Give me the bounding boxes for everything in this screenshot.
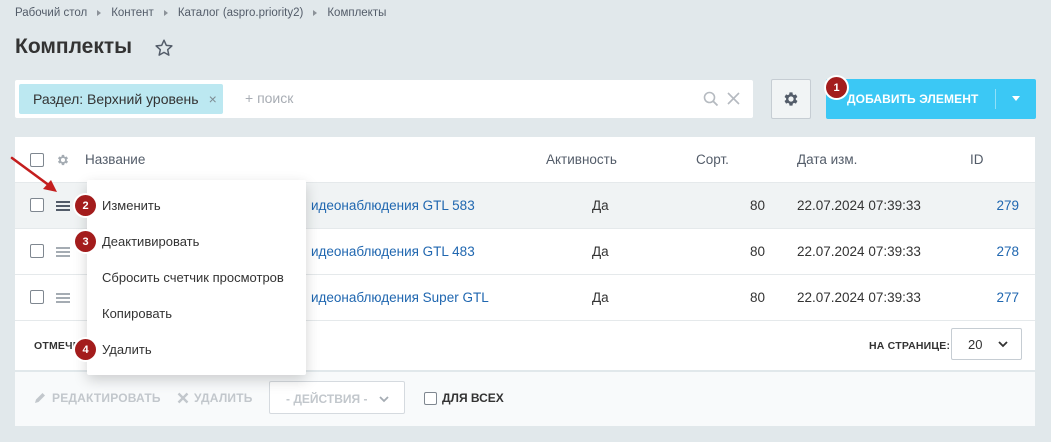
row-menu-icon[interactable] [56, 201, 70, 211]
row-checkbox[interactable] [30, 290, 44, 304]
breadcrumb: Рабочий стол Контент Каталог (aspro.prio… [15, 7, 386, 19]
row-context-menu: Изменить Деактивировать Сбросить счетчик… [87, 180, 306, 375]
filter-bar: Раздел: Верхний уровень × [15, 80, 753, 118]
menu-item-deactivate[interactable]: Деактивировать [102, 234, 199, 249]
edit-action-button[interactable]: РЕДАКТИРОВАТЬ [33, 391, 161, 405]
row-id-link[interactable]: 279 [965, 198, 1019, 213]
add-element-label: ДОБАВИТЬ ЭЛЕМЕНТ [847, 92, 979, 106]
row-active: Да [592, 244, 609, 259]
menu-item-copy[interactable]: Копировать [102, 306, 172, 321]
annotation-badge-3: 3 [75, 231, 96, 252]
breadcrumb-separator-icon [313, 10, 318, 16]
edit-action-label: РЕДАКТИРОВАТЬ [52, 391, 161, 405]
row-name-link[interactable]: идеонаблюдения Super GTL [311, 290, 489, 305]
row-date: 22.07.2024 07:39:33 [797, 290, 921, 305]
row-menu-icon[interactable] [56, 247, 70, 257]
column-header-active[interactable]: Активность [546, 152, 617, 167]
row-date: 22.07.2024 07:39:33 [797, 244, 921, 259]
close-icon [177, 392, 189, 404]
delete-action-label: УДАЛИТЬ [194, 391, 253, 405]
row-sort: 80 [749, 244, 765, 259]
per-page-select[interactable]: 20 [951, 328, 1022, 360]
pencil-icon [35, 393, 45, 403]
row-id-link[interactable]: 277 [965, 290, 1019, 305]
grid-header: Название Активность Сорт. Дата изм. ID [15, 137, 1035, 183]
search-icon[interactable] [703, 91, 719, 107]
chevron-down-icon[interactable] [1012, 96, 1020, 101]
column-header-id[interactable]: ID [970, 152, 984, 167]
column-header-sort[interactable]: Сорт. [696, 152, 729, 167]
row-active: Да [592, 198, 609, 213]
page-title: Комплекты [15, 35, 133, 58]
menu-item-delete[interactable]: Удалить [102, 342, 152, 357]
breadcrumb-item-desktop[interactable]: Рабочий стол [15, 7, 87, 19]
actions-select-value: - ДЕЙСТВИЯ - [286, 392, 368, 406]
annotation-badge-1: 1 [826, 77, 847, 98]
button-divider [995, 89, 996, 109]
annotation-arrow-icon [10, 156, 57, 192]
column-header-name[interactable]: Название [85, 152, 145, 167]
marked-count-label: ОТМЕЧЕ [34, 340, 80, 352]
breadcrumb-separator-icon [97, 10, 102, 16]
chevron-down-icon [998, 341, 1008, 348]
group-actions-bar: РЕДАКТИРОВАТЬ УДАЛИТЬ - ДЕЙСТВИЯ - ДЛЯ В… [15, 372, 1035, 426]
breadcrumb-item-kits[interactable]: Комплекты [327, 7, 386, 19]
chevron-down-icon [379, 396, 389, 403]
menu-item-reset-views[interactable]: Сбросить счетчик просмотров [102, 270, 284, 285]
star-icon[interactable] [153, 37, 175, 59]
filter-tag-label: Раздел: Верхний уровень [33, 91, 199, 107]
breadcrumb-item-catalog[interactable]: Каталог (aspro.priority2) [178, 7, 304, 19]
annotation-badge-2: 2 [75, 195, 96, 216]
breadcrumb-separator-icon [163, 10, 168, 16]
row-checkbox[interactable] [30, 198, 44, 212]
for-all-checkbox[interactable] [424, 391, 437, 405]
row-name-link[interactable]: идеонаблюдения GTL 583 [311, 198, 475, 213]
search-input[interactable] [245, 90, 645, 106]
row-menu-icon[interactable] [56, 293, 70, 303]
settings-button[interactable] [771, 79, 811, 119]
row-active: Да [592, 290, 609, 305]
add-element-button[interactable]: ДОБАВИТЬ ЭЛЕМЕНТ [826, 79, 1036, 119]
actions-select[interactable]: - ДЕЙСТВИЯ - [269, 381, 405, 414]
row-sort: 80 [749, 290, 765, 305]
for-all-toggle[interactable]: ДЛЯ ВСЕХ [424, 391, 504, 405]
row-sort: 80 [749, 198, 765, 213]
per-page-label: НА СТРАНИЦЕ: [869, 340, 951, 352]
clear-icon[interactable] [727, 92, 740, 105]
row-id-link[interactable]: 278 [965, 244, 1019, 259]
row-date: 22.07.2024 07:39:33 [797, 198, 921, 213]
filter-tag-remove-icon[interactable]: × [209, 91, 217, 107]
for-all-label: ДЛЯ ВСЕХ [442, 391, 504, 405]
filter-tag[interactable]: Раздел: Верхний уровень × [19, 84, 223, 114]
annotation-badge-4: 4 [75, 339, 96, 360]
breadcrumb-item-content[interactable]: Контент [111, 7, 154, 19]
row-name-link[interactable]: идеонаблюдения GTL 483 [311, 244, 475, 259]
gear-icon [784, 92, 798, 106]
delete-action-button[interactable]: УДАЛИТЬ [177, 391, 253, 405]
column-header-date[interactable]: Дата изм. [797, 152, 857, 167]
per-page-value: 20 [968, 337, 983, 352]
menu-item-edit[interactable]: Изменить [102, 198, 161, 213]
row-checkbox[interactable] [30, 244, 44, 258]
